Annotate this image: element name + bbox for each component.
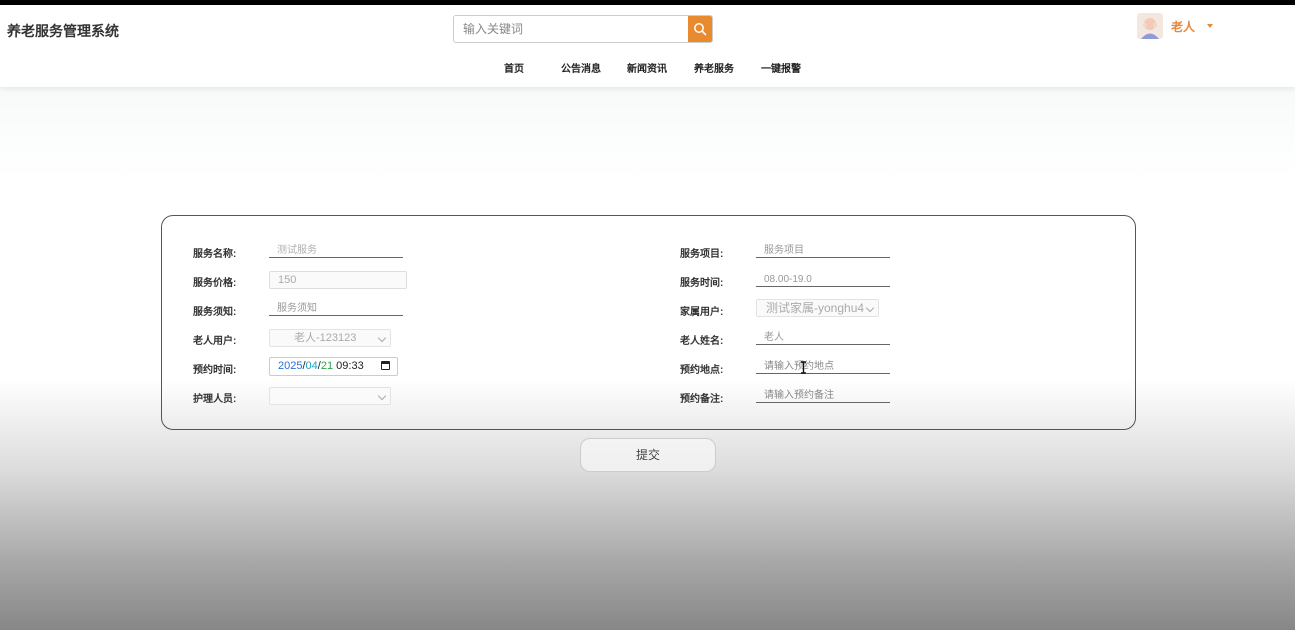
elderly-user-value: 老人-123123 <box>294 332 357 344</box>
elderly-user-select[interactable]: 老人-123123 <box>269 329 391 347</box>
nav-announcements[interactable]: 公告消息 <box>561 60 601 75</box>
app-title: 养老服务管理系统 <box>7 23 119 39</box>
booking-year: 2025 <box>278 360 303 372</box>
search-icon <box>694 23 707 36</box>
booking-remark-label: 预约备注: <box>680 394 724 405</box>
service-hours-field[interactable]: 08.00-19.0 <box>756 273 890 287</box>
chevron-down-icon <box>377 333 387 343</box>
service-price-label: 服务价格: <box>193 278 237 289</box>
search-button[interactable] <box>688 16 712 42</box>
service-price-field[interactable]: 150 <box>269 271 407 289</box>
header: 养老服务管理系统 老人 首页 公告消息 新闻资讯 养老服务 <box>0 5 1295 87</box>
user-name: 老人 <box>1171 19 1196 34</box>
service-notice-label: 服务须知: <box>193 307 237 318</box>
service-hours-label: 服务时间: <box>680 278 724 289</box>
nav-one-click-alarm[interactable]: 一键报警 <box>761 60 801 75</box>
chevron-down-icon <box>1207 24 1214 28</box>
service-name-label: 服务名称: <box>193 249 237 260</box>
booking-location-field[interactable]: 请输入预约地点 <box>756 360 890 374</box>
avatar <box>1137 13 1163 39</box>
booking-remark-field[interactable]: 请输入预约备注 <box>756 389 890 403</box>
service-name-field[interactable]: 测试服务 <box>269 244 403 258</box>
service-item-label: 服务项目: <box>680 249 724 260</box>
search-box <box>453 15 713 43</box>
elderly-user-label: 老人用户: <box>193 336 237 347</box>
submit-button[interactable]: 提交 <box>580 438 716 472</box>
family-user-label: 家属用户: <box>680 307 724 318</box>
booking-clock: 09:33 <box>336 360 364 372</box>
caregiver-label: 护理人员: <box>193 394 237 405</box>
family-user-select[interactable]: 测试家属-yonghu4 <box>756 299 879 317</box>
booking-month: 04 <box>305 360 318 372</box>
booking-time-label: 预约时间: <box>193 365 237 376</box>
booking-day: 21 <box>320 360 334 372</box>
chevron-down-icon <box>377 391 387 401</box>
nav-elderly-services[interactable]: 养老服务 <box>694 60 734 75</box>
caregiver-select[interactable] <box>269 387 391 405</box>
calendar-icon[interactable] <box>381 361 390 370</box>
service-item-field[interactable]: 服务项目 <box>756 244 890 258</box>
elderly-name-label: 老人姓名: <box>680 336 724 347</box>
chevron-down-icon <box>865 303 875 313</box>
user-menu[interactable]: 老人 <box>1137 13 1214 39</box>
text-cursor-icon <box>801 361 806 374</box>
elderly-name-field[interactable]: 老人 <box>756 331 890 345</box>
service-notice-field[interactable]: 服务须知 <box>269 302 403 316</box>
nav-news[interactable]: 新闻资讯 <box>627 60 667 75</box>
booking-location-label: 预约地点: <box>680 365 724 376</box>
booking-time-input[interactable]: 2025/04/21 09:33 <box>269 357 398 376</box>
main-nav: 首页 公告消息 新闻资讯 养老服务 一键报警 <box>0 60 1295 75</box>
nav-home[interactable]: 首页 <box>504 60 524 75</box>
family-user-value: 测试家属-yonghu4 <box>766 301 865 315</box>
search-input[interactable] <box>454 16 688 42</box>
